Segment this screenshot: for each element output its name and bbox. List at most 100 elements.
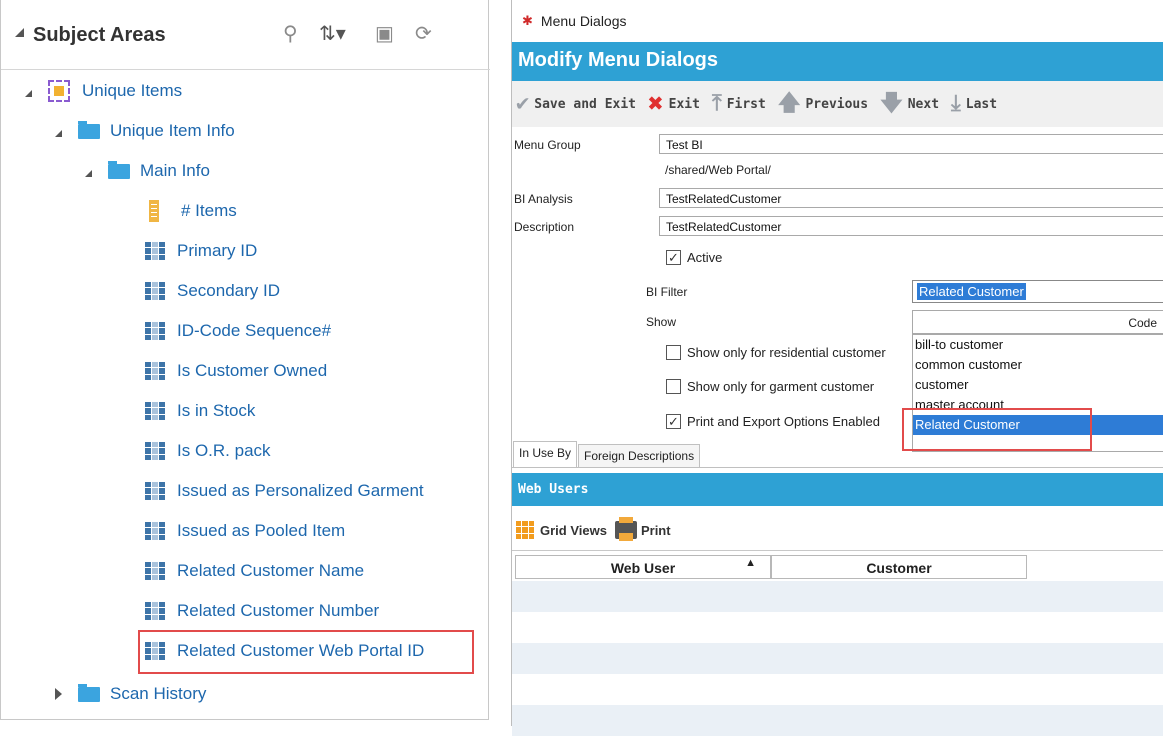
expand-arrow-icon[interactable] [25,89,32,97]
active-check-box[interactable]: ✓ [666,250,681,265]
bi-analysis-label: BI Analysis [514,192,573,206]
tree-node[interactable]: Main Info [85,156,210,186]
description-field[interactable]: TestRelatedCustomer [659,216,1163,236]
tree-node[interactable]: Unique Item Info [55,116,235,146]
next-button[interactable]: 🡇 Next [880,93,939,115]
column-header-customer[interactable]: Customer [771,555,1027,579]
tree-node-label: Secondary ID [177,281,280,300]
next-label: Next [907,96,940,112]
tree-node[interactable]: Primary ID [145,236,257,266]
tree-node-label: Primary ID [177,241,258,260]
folder-icon [78,120,100,139]
highlight-box [138,630,474,674]
bi-filter-label: BI Filter [646,285,688,299]
print-export-checkbox[interactable]: ✓ Print and Export Options Enabled [666,414,880,429]
printer-icon [614,517,637,541]
menu-group-label: Menu Group [514,138,581,152]
save-and-exit-button[interactable]: ✔ Save and Exit [516,93,636,115]
tree-node[interactable]: Scan History [55,679,206,709]
table-row[interactable] [512,705,1163,736]
code-option[interactable]: customer [913,375,1163,395]
subject-areas-header: Subject Areas ⚲ ⇅▾ ▣ ⟳ [1,0,490,70]
bi-filter-field[interactable]: Related Customer [912,280,1163,303]
first-button[interactable]: ⤒ First [712,93,766,115]
collapse-panel-icon[interactable] [15,28,24,37]
print-button[interactable]: Print [614,517,671,541]
tree-node[interactable]: Is O.R. pack [145,436,271,466]
table-row[interactable] [512,674,1163,705]
bi-analysis-field[interactable]: TestRelatedCustomer [659,188,1163,208]
menu-group-field[interactable]: Test BI [659,134,1163,154]
code-column-header[interactable]: Code [912,310,1163,334]
print-export-check-box[interactable]: ✓ [666,414,681,429]
subject-areas-title: Subject Areas [33,24,166,46]
grid-toolbar: Grid Views Print [512,512,1163,548]
garment-check-box[interactable] [666,379,681,394]
tree-node[interactable]: Secondary ID [145,276,280,306]
tree-node[interactable]: Related Customer Name [145,556,364,586]
residential-checkbox[interactable]: Show only for residential customer [666,345,886,360]
tree-node[interactable]: Issued as Pooled Item [145,516,345,546]
search-icon[interactable]: ⚲ [283,22,298,46]
refresh-icon[interactable]: ⟳ [415,22,432,46]
residential-check-box[interactable] [666,345,681,360]
table-row[interactable] [512,643,1163,674]
code-option[interactable]: common customer [913,355,1163,375]
last-arrow-icon: ⤓ [951,91,961,116]
tree-node-label: Main Info [140,161,210,180]
tree-node-label: Scan History [110,684,207,703]
exit-button[interactable]: ✖ Exit [648,91,700,117]
attribute-column-icon [145,402,165,420]
attribute-column-icon [145,522,165,540]
print-export-label: Print and Export Options Enabled [687,414,880,429]
code-option[interactable]: bill-to customer [913,335,1163,355]
folder-icon [78,683,100,702]
tab-foreign-descriptions[interactable]: Foreign Descriptions [578,444,701,467]
previous-button[interactable]: 🡅 Previous [778,93,868,115]
active-checkbox[interactable]: ✓ Active [666,250,722,265]
tree-node-label: Issued as Personalized Garment [177,481,424,500]
sort-icon[interactable]: ⇅▾ [319,22,346,46]
tree-node[interactable]: Is Customer Owned [145,356,327,386]
window-titlebar: ✱ Menu Dialogs [512,0,1163,42]
tree-node-label: Is Customer Owned [177,361,328,380]
tab-in-use-by[interactable]: In Use By [513,441,578,467]
last-button[interactable]: ⤓ Last [951,93,997,115]
tree-node[interactable]: Issued as Personalized Garment [145,476,424,506]
tree-node[interactable]: Related Customer Number [145,596,379,626]
tree-node[interactable]: Is in Stock [145,396,255,426]
grid-views-button[interactable]: Grid Views [516,521,607,539]
tree-node[interactable]: ID-Code Sequence# [145,316,331,346]
tree-node-label: Issued as Pooled Item [177,521,346,540]
tree-node-label: Related Customer Number [177,601,380,620]
sort-indicator-icon: ▲ [745,557,756,569]
bi-filter-value: Related Customer [917,283,1026,300]
table-row[interactable] [512,612,1163,643]
exit-label: Exit [668,96,700,112]
web-users-header: Web Users [512,473,1163,506]
attribute-column-icon [145,322,165,340]
attribute-column-icon [145,442,165,460]
attribute-column-icon [145,242,165,260]
app-pin-icon: ✱ [522,13,533,28]
first-arrow-icon: ⤒ [711,91,722,116]
dialog-toolbar: ✔ Save and Exit ✖ Exit ⤒ First 🡅 Previou… [512,81,1163,127]
tree-node-label: Unique Items [82,81,183,100]
description-label: Description [514,220,575,234]
web-users-table: Web User ▲ Customer [512,550,1163,736]
tree-node[interactable]: # Items [145,196,237,226]
dialog-banner: Modify Menu Dialogs [512,42,1163,81]
collapsed-arrow-icon[interactable] [55,688,62,700]
tree-node[interactable]: Unique Items [25,76,182,106]
print-label: Print [640,522,671,538]
down-arrow-icon: 🡇 [880,91,903,116]
window-title: Menu Dialogs [540,13,627,29]
table-row[interactable] [512,581,1163,612]
column-header-web-user[interactable]: Web User ▲ [515,555,771,579]
garment-checkbox[interactable]: Show only for garment customer [666,379,874,394]
up-arrow-icon: 🡅 [777,91,801,116]
active-label: Active [687,250,723,265]
add-icon[interactable]: ▣ [375,22,394,46]
expand-arrow-icon[interactable] [85,169,92,177]
expand-arrow-icon[interactable] [55,129,62,137]
